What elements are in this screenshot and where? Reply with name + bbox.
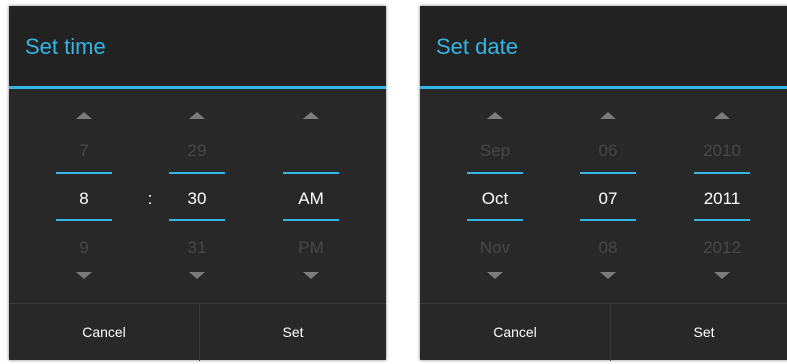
chevron-up-icon[interactable] [600,112,616,119]
minute-next-value[interactable]: 31 [157,238,237,258]
minute-prev-value[interactable]: 29 [157,141,237,161]
selection-divider-bottom [169,219,225,221]
hour-picker[interactable]: 7 8 9 [44,89,124,303]
selection-divider-top [467,172,523,174]
year-picker[interactable]: 2010 2011 2012 [682,89,762,303]
year-value[interactable]: 2011 [682,189,762,209]
cancel-button[interactable]: Cancel [9,304,200,361]
time-separator: : [147,189,153,208]
minute-picker[interactable]: 29 30 31 [157,89,237,303]
chevron-down-icon[interactable] [600,272,616,279]
selection-divider-top [56,172,112,174]
selection-divider-bottom [56,219,112,221]
dialog-title: Set date [436,34,518,59]
ampm-picker[interactable]: AM PM [271,89,351,303]
selection-divider-top [694,172,750,174]
chevron-up-icon[interactable] [487,112,503,119]
set-button[interactable]: Set [611,304,787,361]
day-picker[interactable]: 06 07 08 [568,89,648,303]
dialog-title-bar: Set time [9,6,386,86]
chevron-down-icon[interactable] [714,272,730,279]
month-picker[interactable]: Sep Oct Nov [455,89,535,303]
month-value[interactable]: Oct [455,189,535,209]
chevron-up-icon[interactable] [714,112,730,119]
chevron-down-icon[interactable] [303,272,319,279]
time-picker-dialog: Set time 7 8 9 : 29 30 31 AM PM Cancel S… [9,6,386,361]
dialog-button-bar: Cancel Set [420,303,787,361]
selection-divider-bottom [467,219,523,221]
chevron-down-icon[interactable] [76,272,92,279]
chevron-down-icon[interactable] [189,272,205,279]
selection-divider-bottom [283,219,339,221]
month-prev-value[interactable]: Sep [455,141,535,161]
year-prev-value[interactable]: 2010 [682,141,762,161]
ampm-value[interactable]: AM [271,189,351,209]
set-button[interactable]: Set [200,304,386,361]
chevron-up-icon[interactable] [76,112,92,119]
selection-divider-top [283,172,339,174]
selection-divider-top [580,172,636,174]
hour-prev-value[interactable]: 7 [44,141,124,161]
day-value[interactable]: 07 [568,189,648,209]
chevron-up-icon[interactable] [189,112,205,119]
selection-divider-top [169,172,225,174]
dialog-button-bar: Cancel Set [9,303,386,361]
date-picker-dialog: Set date Sep Oct Nov 06 07 08 2010 2011 … [420,6,787,361]
dialog-title: Set time [25,34,106,59]
month-next-value[interactable]: Nov [455,238,535,258]
day-next-value[interactable]: 08 [568,238,648,258]
hour-next-value[interactable]: 9 [44,238,124,258]
cancel-button[interactable]: Cancel [420,304,611,361]
day-prev-value[interactable]: 06 [568,141,648,161]
chevron-up-icon[interactable] [303,112,319,119]
dialog-title-bar: Set date [420,6,787,86]
selection-divider-bottom [580,219,636,221]
chevron-down-icon[interactable] [487,272,503,279]
hour-value[interactable]: 8 [44,189,124,209]
selection-divider-bottom [694,219,750,221]
year-next-value[interactable]: 2012 [682,238,762,258]
ampm-next-value[interactable]: PM [271,238,351,258]
minute-value[interactable]: 30 [157,189,237,209]
